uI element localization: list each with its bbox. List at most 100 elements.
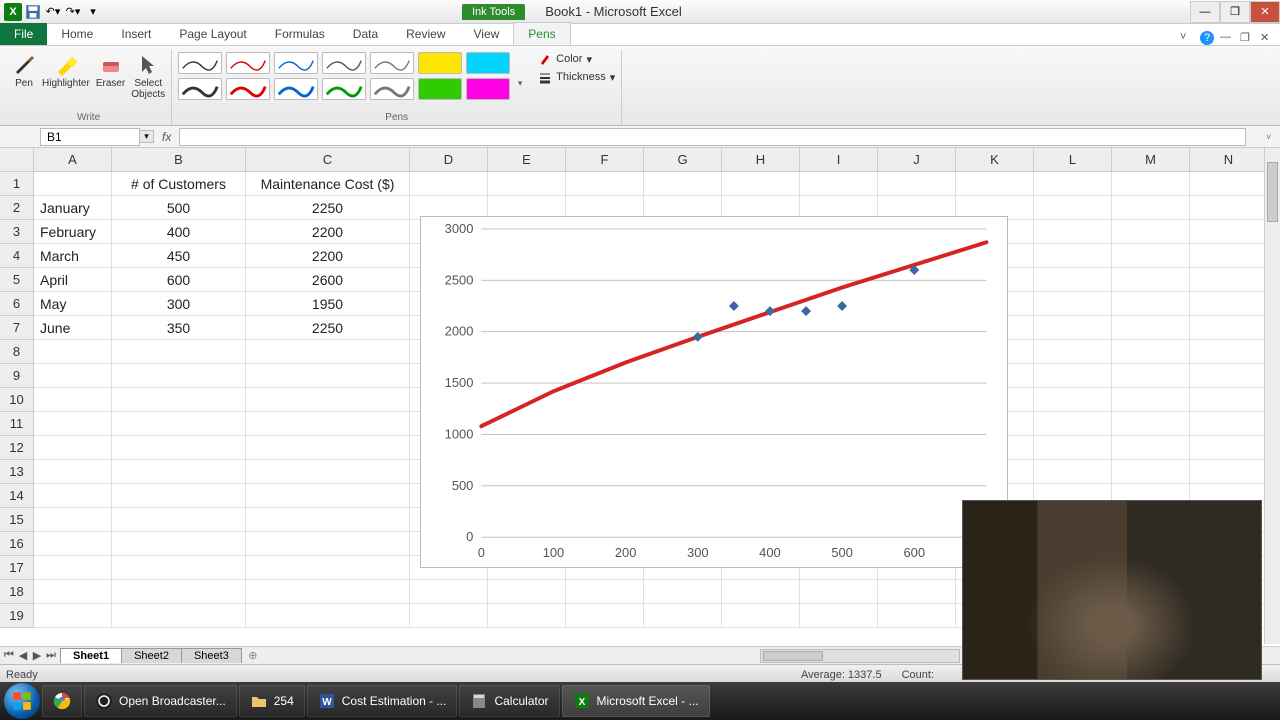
select-all-button[interactable] [0, 148, 34, 172]
cell[interactable] [1112, 220, 1190, 244]
cell[interactable] [1034, 292, 1112, 316]
row-header[interactable]: 4 [0, 244, 34, 268]
maximize-button[interactable]: ❐ [1220, 1, 1250, 23]
column-header[interactable]: F [566, 148, 644, 172]
cell[interactable] [1112, 340, 1190, 364]
column-header[interactable]: L [1034, 148, 1112, 172]
cell[interactable] [34, 604, 112, 628]
sheet-nav-last-icon[interactable]: ⏭ [44, 649, 58, 662]
tab-review[interactable]: Review [392, 23, 459, 45]
cell[interactable] [246, 460, 410, 484]
cell[interactable]: 500 [112, 196, 246, 220]
column-header[interactable]: K [956, 148, 1034, 172]
cell[interactable] [410, 580, 488, 604]
pen-preset-1[interactable] [178, 52, 222, 74]
name-box-arrow-icon[interactable]: ▾ [140, 130, 154, 143]
name-box[interactable]: B1 [40, 128, 140, 146]
cell[interactable] [112, 508, 246, 532]
new-sheet-icon[interactable]: ⊕ [241, 649, 265, 662]
column-header[interactable]: M [1112, 148, 1190, 172]
save-icon[interactable] [24, 3, 42, 21]
cell[interactable] [1112, 412, 1190, 436]
tab-view[interactable]: View [460, 23, 514, 45]
cell[interactable]: 1950 [246, 292, 410, 316]
pen-thickness-dropdown[interactable]: Thickness ▾ [538, 70, 615, 84]
cell[interactable] [246, 604, 410, 628]
cell[interactable] [1112, 364, 1190, 388]
cell[interactable]: February [34, 220, 112, 244]
pen-preset-2[interactable] [226, 52, 270, 74]
tab-formulas[interactable]: Formulas [261, 23, 339, 45]
pen-tool[interactable]: Pen [12, 52, 36, 89]
row-header[interactable]: 3 [0, 220, 34, 244]
cell[interactable] [1112, 244, 1190, 268]
cell[interactable] [34, 556, 112, 580]
cell[interactable] [722, 172, 800, 196]
tab-page-layout[interactable]: Page Layout [165, 23, 260, 45]
cell[interactable] [246, 388, 410, 412]
pen-preset-7[interactable] [226, 78, 270, 100]
column-header[interactable]: J [878, 148, 956, 172]
column-header[interactable]: H [722, 148, 800, 172]
row-header[interactable]: 13 [0, 460, 34, 484]
cell[interactable] [34, 484, 112, 508]
cell[interactable] [800, 172, 878, 196]
taskbar-word[interactable]: WCost Estimation - ... [307, 685, 458, 717]
cell[interactable]: 350 [112, 316, 246, 340]
sheet-tab-3[interactable]: Sheet3 [181, 648, 242, 663]
highlighter-green[interactable] [418, 78, 462, 100]
cell[interactable] [410, 604, 488, 628]
column-header[interactable]: I [800, 148, 878, 172]
cell[interactable] [34, 508, 112, 532]
taskbar-calculator[interactable]: Calculator [459, 685, 559, 717]
redo-icon[interactable]: ↷▾ [64, 3, 82, 21]
cell[interactable] [246, 532, 410, 556]
tab-insert[interactable]: Insert [107, 23, 165, 45]
pen-preset-4[interactable] [322, 52, 366, 74]
cell[interactable] [566, 580, 644, 604]
cell[interactable]: 2200 [246, 244, 410, 268]
cell[interactable]: January [34, 196, 112, 220]
row-header[interactable]: 6 [0, 292, 34, 316]
cell[interactable] [1112, 268, 1190, 292]
cell[interactable] [644, 172, 722, 196]
pen-preset-5[interactable] [370, 52, 414, 74]
cell[interactable] [246, 580, 410, 604]
column-header[interactable]: A [34, 148, 112, 172]
taskbar-obs[interactable]: Open Broadcaster... [84, 685, 237, 717]
cell[interactable] [112, 484, 246, 508]
sheet-nav-first-icon[interactable]: ⏮ [2, 649, 16, 662]
select-objects-tool[interactable]: Select Objects [131, 52, 165, 100]
cell[interactable] [1034, 196, 1112, 220]
cell[interactable] [34, 364, 112, 388]
row-header[interactable]: 16 [0, 532, 34, 556]
cell[interactable] [722, 604, 800, 628]
cell[interactable] [1034, 340, 1112, 364]
cell[interactable]: Maintenance Cost ($) [246, 172, 410, 196]
row-header[interactable]: 11 [0, 412, 34, 436]
tab-pens[interactable]: Pens [513, 22, 570, 45]
pen-color-dropdown[interactable]: Color ▾ [538, 52, 615, 66]
cell[interactable] [410, 172, 488, 196]
cell[interactable] [34, 532, 112, 556]
highlighter-magenta[interactable] [466, 78, 510, 100]
workbook-restore-icon[interactable]: ❐ [1240, 31, 1254, 45]
cell[interactable]: 450 [112, 244, 246, 268]
help-icon[interactable]: ? [1200, 31, 1214, 45]
cell[interactable]: June [34, 316, 112, 340]
cell[interactable] [246, 364, 410, 388]
cell[interactable]: 2250 [246, 196, 410, 220]
cell[interactable] [1034, 316, 1112, 340]
cell[interactable] [878, 172, 956, 196]
cell[interactable] [878, 580, 956, 604]
cell[interactable]: April [34, 268, 112, 292]
cell[interactable] [1034, 436, 1112, 460]
cell[interactable] [112, 460, 246, 484]
pen-preset-9[interactable] [322, 78, 366, 100]
cell[interactable] [722, 580, 800, 604]
cell[interactable] [246, 412, 410, 436]
cell[interactable] [246, 556, 410, 580]
cell[interactable]: 2250 [246, 316, 410, 340]
cell[interactable] [1190, 436, 1268, 460]
cell[interactable] [1112, 196, 1190, 220]
